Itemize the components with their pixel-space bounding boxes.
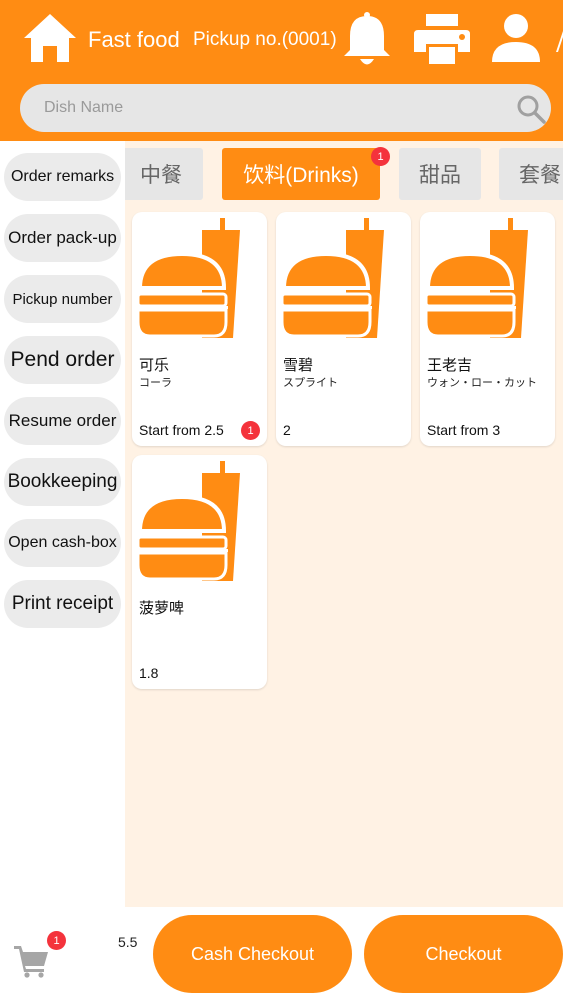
product-price: 2 [283, 422, 291, 438]
product-subtitle: ウォン・ロー・カット [427, 377, 537, 389]
resume-order-button[interactable]: Resume order [4, 397, 121, 445]
product-card-wanglaoji[interactable]: 王老吉 ウォン・ロー・カット Start from 3 [420, 212, 555, 446]
search-bar [20, 84, 551, 132]
product-card-sprite[interactable]: 雪碧 スプライト 2 [276, 212, 411, 446]
user-icon[interactable] [492, 14, 540, 62]
product-quantity-badge: 1 [241, 421, 260, 440]
burger-drink-icon [136, 461, 242, 583]
product-name: 菠萝啤 [139, 600, 185, 617]
header: Fast food Pickup no.(0001) [0, 0, 563, 141]
search-icon[interactable] [516, 94, 546, 124]
tab-drinks-badge: 1 [371, 147, 390, 166]
order-pack-up-button[interactable]: Order pack-up [4, 214, 121, 262]
product-card-pineapple-beer[interactable]: 菠萝啤 1.8 [132, 455, 267, 689]
pos-app: Fast food Pickup no.(0001) Dish Name Ord… [0, 0, 563, 1000]
order-remarks-button[interactable]: Order remarks [4, 153, 121, 201]
sidebar: Order remarks Order pack-up Pickup numbe… [0, 141, 125, 911]
pickup-number-label: Pickup no.(0001) [193, 29, 337, 50]
printer-icon[interactable] [414, 14, 470, 64]
tab-desserts[interactable]: 甜品 [399, 148, 481, 200]
burger-drink-icon [280, 218, 386, 340]
burger-drink-icon [424, 218, 530, 340]
bookkeeping-button[interactable]: Bookkeeping [4, 458, 121, 506]
pend-order-button[interactable]: Pend order [4, 336, 121, 384]
product-name: 可乐 [139, 357, 170, 374]
burger-drink-icon [136, 218, 242, 340]
product-subtitle: コーラ [139, 377, 172, 389]
product-price: Start from 2.5 [139, 422, 224, 438]
product-card-cola[interactable]: 可乐 コーラ Start from 2.5 [132, 212, 267, 446]
print-receipt-button[interactable]: Print receipt [4, 580, 121, 628]
product-name: 王老吉 [427, 357, 473, 374]
order-total: 5.5 [118, 934, 138, 950]
checkout-button[interactable]: Checkout [364, 915, 563, 993]
pickup-number-button[interactable]: Pickup number [4, 275, 121, 323]
tab-drinks[interactable]: 饮料(Drinks) [222, 148, 380, 200]
product-grid: 可乐 コーラ Start from 2.5 雪碧 スプライト 2 王老吉 ウォン… [125, 207, 563, 907]
category-tabs: 中餐 饮料(Drinks) 甜品 套餐 [125, 141, 563, 207]
open-cash-box-button[interactable]: Open cash-box [4, 519, 121, 567]
search-input[interactable] [44, 84, 494, 132]
app-title: Fast food [88, 27, 180, 52]
cart-icon[interactable] [14, 944, 50, 978]
more-icon[interactable] [556, 28, 563, 52]
tab-combos[interactable]: 套餐 [499, 148, 563, 200]
bell-icon[interactable] [344, 12, 390, 66]
cart-count-badge: 1 [47, 931, 66, 950]
product-price: Start from 3 [427, 422, 501, 438]
tab-chinese-food[interactable]: 中餐 [125, 148, 203, 200]
product-price: 1.8 [139, 665, 159, 681]
product-name: 雪碧 [283, 357, 314, 374]
product-subtitle: スプライト [283, 377, 338, 389]
home-icon[interactable] [22, 12, 78, 64]
cash-checkout-button[interactable]: Cash Checkout [153, 915, 352, 993]
